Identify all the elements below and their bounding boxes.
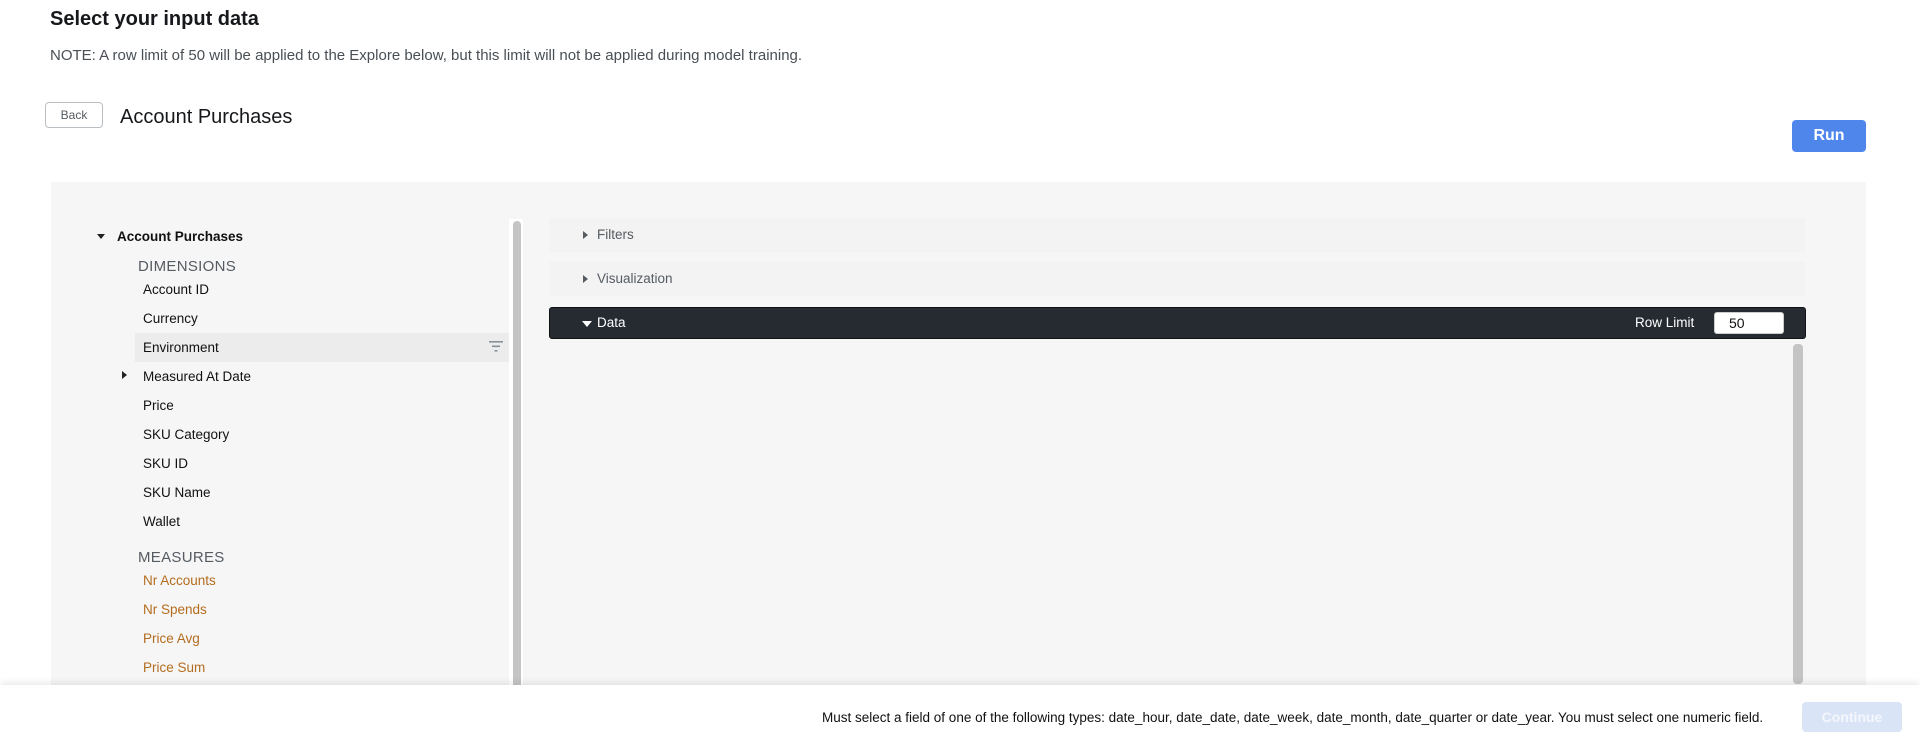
explore-node[interactable]: Account Purchases bbox=[97, 229, 243, 244]
filter-icon[interactable] bbox=[489, 341, 503, 352]
filters-label: Filters bbox=[597, 227, 634, 242]
validation-message: Must select a field of one of the follow… bbox=[822, 710, 1764, 725]
field-currency[interactable]: Currency bbox=[143, 304, 513, 333]
visualization-section[interactable]: Visualization bbox=[549, 262, 1805, 296]
caret-right-icon bbox=[583, 231, 588, 239]
field-account-id[interactable]: Account ID bbox=[143, 275, 513, 304]
run-button[interactable]: Run bbox=[1792, 120, 1866, 152]
continue-button[interactable]: Continue bbox=[1802, 702, 1902, 732]
field-sku-name[interactable]: SKU Name bbox=[143, 478, 513, 507]
explore-title: Account Purchases bbox=[120, 106, 293, 128]
data-scrollbar-thumb[interactable] bbox=[1793, 344, 1803, 684]
explore-node-label: Account Purchases bbox=[117, 229, 244, 244]
caret-down-icon bbox=[582, 321, 592, 327]
page-title: Select your input data bbox=[50, 8, 259, 30]
field-price[interactable]: Price bbox=[143, 391, 513, 420]
caret-right-icon[interactable] bbox=[122, 371, 127, 379]
row-limit-label: Row Limit bbox=[1635, 315, 1695, 330]
filters-section[interactable]: Filters bbox=[549, 218, 1805, 252]
field-environment[interactable]: Environment bbox=[135, 333, 514, 362]
field-nr-accounts[interactable]: Nr Accounts bbox=[143, 566, 513, 595]
data-label: Data bbox=[597, 315, 626, 330]
footer-bar: Must select a field of one of the follow… bbox=[0, 685, 1920, 745]
picker-scrollbar-thumb[interactable] bbox=[513, 221, 521, 745]
data-section[interactable]: Data Row Limit 50 bbox=[549, 307, 1806, 339]
field-sku-category[interactable]: SKU Category bbox=[143, 420, 513, 449]
field-measured-at-date[interactable]: Measured At Date bbox=[143, 362, 513, 391]
page: Select your input data NOTE: A row limit… bbox=[0, 0, 1920, 745]
measures-heading: MEASURES bbox=[138, 549, 225, 566]
field-sku-id[interactable]: SKU ID bbox=[143, 449, 513, 478]
caret-down-icon bbox=[97, 234, 105, 239]
back-button[interactable]: Back bbox=[45, 102, 103, 128]
field-price-avg[interactable]: Price Avg bbox=[143, 624, 513, 653]
field-price-sum[interactable]: Price Sum bbox=[143, 653, 513, 682]
field-picker: Account Purchases DIMENSIONS Account ID … bbox=[51, 182, 514, 745]
visualization-label: Visualization bbox=[597, 271, 673, 286]
field-wallet[interactable]: Wallet bbox=[143, 507, 513, 536]
dimensions-heading: DIMENSIONS bbox=[138, 258, 237, 275]
caret-right-icon bbox=[583, 275, 588, 283]
field-nr-spends[interactable]: Nr Spends bbox=[143, 595, 513, 624]
field-environment-label: Environment bbox=[143, 340, 219, 355]
explore-panel: Account Purchases DIMENSIONS Account ID … bbox=[51, 182, 1866, 745]
row-limit-input[interactable]: 50 bbox=[1714, 312, 1784, 334]
row-limit-note: NOTE: A row limit of 50 will be applied … bbox=[50, 47, 803, 64]
